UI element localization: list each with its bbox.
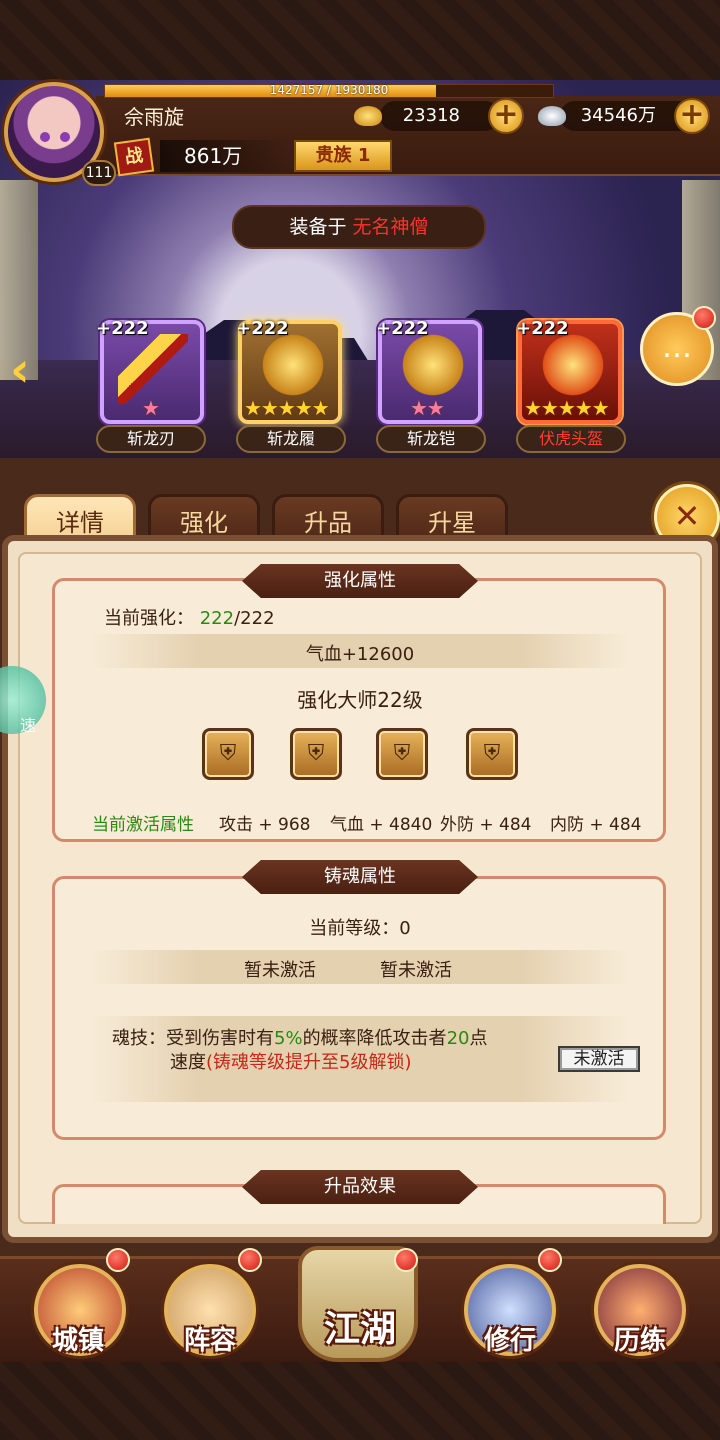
player-level-badge: 111 [82,160,116,186]
enhance-section-title: 强化属性 [242,564,478,598]
helmet-icon [538,330,608,400]
stat-hp: 气血 + 4840 [330,815,433,835]
hp-bonus: 气血+12600 [305,644,415,665]
prev-arrow-icon[interactable]: ‹ [10,345,44,395]
top-border [0,0,720,80]
gold-ingot-icon [354,106,382,126]
battle-power-value: 861万 [160,140,290,172]
stat-inner-def: 内防 + 484 [550,815,642,835]
master-boots-icon[interactable]: ⛨ [376,728,428,780]
enhance-level: +222 [376,318,429,339]
current-enhance-max: /222 [234,608,275,629]
avatar-eye [40,132,50,142]
slot-name: 斩龙刃 [96,425,206,453]
soul-level: 当前等级：0 [309,918,411,939]
battle-power-icon: 战 [113,137,155,177]
player-name: 佘雨旋 [124,105,184,129]
boots-icon [258,330,328,400]
soul-skill-line2: 速度(铸魂等级提升至5级解锁) [170,1048,412,1074]
add-gold-button[interactable]: + [488,98,524,134]
skill-suffix: 点 [469,1028,488,1049]
star-rating: ★★ [410,396,445,420]
slot-name: 斩龙铠 [376,425,486,453]
slot-name: 伏虎头盔 [516,425,626,453]
master-armor-icon[interactable]: ⛨ [290,728,342,780]
nav-trial-label: 历练 [613,1326,666,1356]
enhance-master-level: 强化大师22级 [297,688,423,712]
enhance-level: +222 [236,318,289,339]
soul-attr-a: 暂未激活 [244,960,316,981]
soul-section-title: 铸魂属性 [242,860,478,894]
star-rating: ★ [142,396,160,420]
skill-percent: 5% [274,1028,303,1049]
skill-speed: 速度 [170,1052,206,1073]
not-activated-button[interactable]: 未激活 [558,1046,640,1072]
skill-mid: 的概率降低攻击者 [302,1028,447,1049]
avatar-eye [60,132,70,142]
upgrade-section-title: 升品效果 [242,1170,478,1204]
bottom-border [0,1362,720,1440]
skill-prefix: 魂技：受到伤害时有 [112,1028,274,1049]
notification-dot [394,1248,418,1272]
nav-practice-label: 修行 [483,1326,536,1356]
current-enhance-value: 222 [199,608,235,629]
xp-text: 1427157 / 1930180 [269,83,389,97]
equipped-hero-name: 无名神僧 [352,216,429,238]
nav-lineup-label: 阵容 [183,1326,236,1356]
equipped-prefix: 装备于 [289,216,347,238]
current-enhance: 当前强化： 222/222 [104,604,275,630]
slot-name: 斩龙履 [236,425,346,453]
notification-dot [238,1248,262,1272]
silver-ingot-icon [538,106,566,126]
notification-dot [538,1248,562,1272]
equipped-banner: 装备于 无名神僧 [232,205,486,249]
enhance-level: +222 [516,318,569,339]
stat-strip [90,950,630,984]
stat-attack: 攻击 + 968 [219,815,311,835]
nav-town-label: 城镇 [51,1326,104,1356]
soul-skill-line1: 魂技：受到伤害时有5%的概率降低攻击者20点 [112,1024,487,1050]
skill-unlock-hint: (铸魂等级提升至5级解锁) [206,1052,412,1073]
soul-attr-b: 暂未激活 [380,960,452,981]
current-enhance-label: 当前强化： [104,608,194,629]
armor-icon [398,330,468,400]
noble-badge[interactable]: 贵族 1 [294,140,392,172]
star-rating: ★★★★★ [244,396,330,420]
skill-points: 20 [446,1028,470,1049]
master-crown-icon[interactable]: ⛨ [466,728,518,780]
notification-dot [692,306,716,330]
star-rating: ★★★★★ [524,396,610,420]
sword-icon [118,334,188,404]
stat-outer-def: 外防 + 484 [440,815,532,835]
gold-amount: 23318 [380,101,500,131]
notification-dot [106,1248,130,1272]
master-helmet-icon[interactable]: ⛨ [202,728,254,780]
nav-jianghu-label: 江湖 [323,1309,396,1350]
enhance-level: +222 [96,318,149,339]
active-attr-label: 当前激活属性 [92,815,194,835]
add-silver-button[interactable]: + [674,98,710,134]
